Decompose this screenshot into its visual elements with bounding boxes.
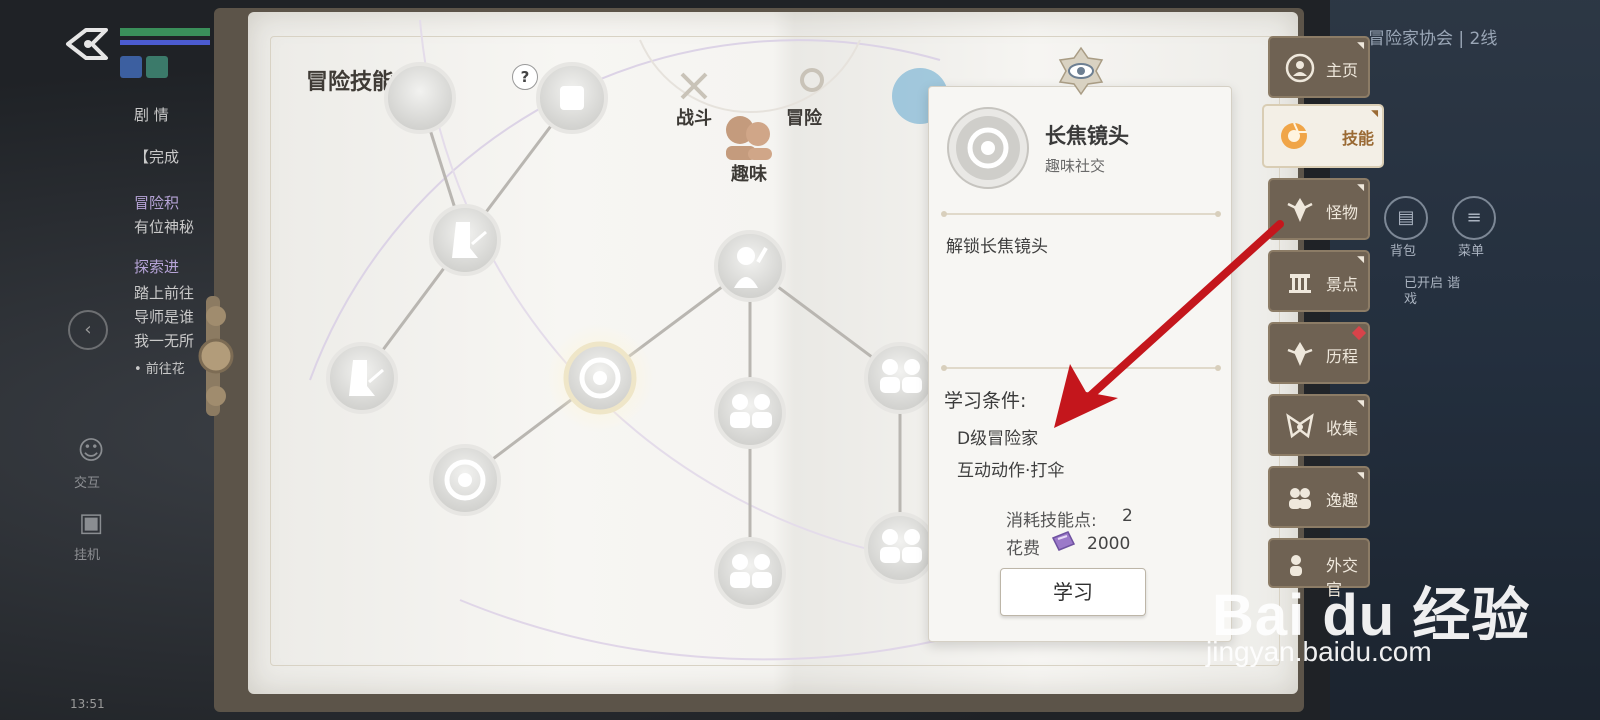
tab-label: 主页 [1326,61,1359,80]
corner-mark-icon: ◥ [1357,41,1364,51]
skill-node-camera-selected [546,324,654,432]
skill-name: 长焦镜头 [1045,124,1129,148]
journey-icon [1287,342,1313,366]
landmark-icon [1289,274,1311,293]
monster-icon [1287,198,1313,222]
tab-label: 景点 [1326,275,1359,294]
category-fun-label[interactable]: 趣味 [731,160,767,186]
skill-node-duo [714,377,786,449]
category-adventure-icon [800,68,824,92]
tab-label: 怪物 [1326,203,1359,222]
collection-icon [1286,413,1314,439]
skill-node [384,62,456,134]
corner-mark-icon: ◥ [1357,471,1364,481]
skill-description: 解锁长焦镜头 [946,237,1048,257]
tree-arc [459,599,941,661]
eye-emblem-icon [1058,46,1104,96]
category-battle-icon [680,72,708,100]
condition-item: D级冒险家 [957,429,1039,449]
fun-icon [1289,488,1311,509]
divider [941,211,1221,217]
divider [941,365,1221,371]
skill-node-camera [429,444,501,516]
tab-skill[interactable]: 技能 ◥ [1262,104,1384,168]
corner-mark-icon: ◥ [1371,109,1378,119]
tab-label: 逸趣 [1326,491,1359,510]
skill-node-wave [714,230,786,302]
tab-label: 收集 [1326,419,1359,438]
cost-money-value: 2000 [1087,534,1131,554]
corner-mark-icon: ◥ [1357,399,1364,409]
corner-mark-icon: ◥ [1357,183,1364,193]
category-fun-icon [726,116,772,160]
baidu-watermark-url: jingyan.baidu.com [1206,636,1432,667]
tab-collection[interactable]: 收集 ◥ [1268,394,1370,456]
category-adventure-label[interactable]: 冒险 [786,104,822,130]
tab-fun[interactable]: 逸趣 ◥ [1268,466,1370,528]
camera-lens-icon [947,107,1029,189]
tab-label: 历程 [1326,347,1359,366]
skill-icon [1281,122,1307,149]
cost-money-label: 花费 [1006,539,1040,559]
skill-node [536,62,608,134]
tab-label: 技能 [1342,129,1375,148]
tab-journey[interactable]: 历程 [1268,322,1370,384]
category-battle-label[interactable]: 战斗 [676,104,712,130]
tab-monster[interactable]: 怪物 ◥ [1268,178,1370,240]
cost-points-label: 消耗技能点: [1006,511,1097,531]
cost-points-value: 2 [1122,506,1133,526]
category-arc [639,39,861,113]
skill-node-duo [714,537,786,609]
skill-node-pose [326,342,398,414]
corner-mark-icon: ◥ [1357,255,1364,265]
home-icon [1285,53,1315,83]
notification-badge [1351,325,1367,341]
skill-node-pose [429,204,501,276]
learn-button[interactable]: 学习 [1000,568,1146,616]
condition-item: 互动动作·打伞 [957,461,1065,481]
skill-category: 趣味社交 [1045,157,1106,175]
currency-gem-icon [1051,531,1076,551]
tab-home[interactable]: 主页 ◥ [1268,36,1370,98]
skill-node-duo [864,512,936,584]
conditions-title: 学习条件: [944,390,1027,412]
skill-node-duo [864,342,936,414]
tab-landmark[interactable]: 景点 ◥ [1268,250,1370,312]
